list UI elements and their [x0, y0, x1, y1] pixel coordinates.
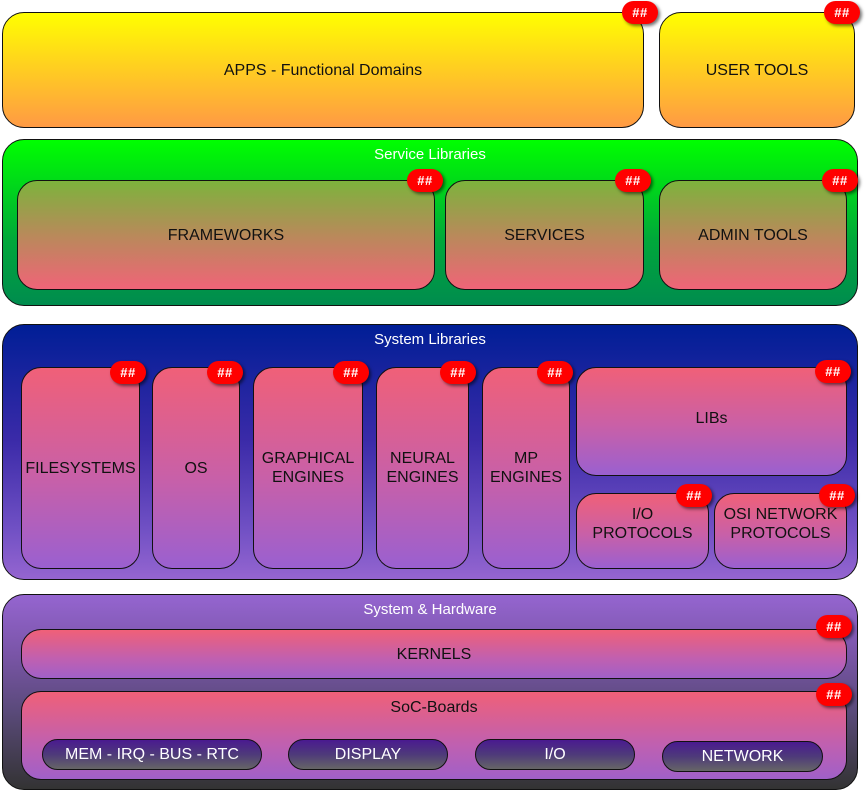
chip-io-label: I/O	[544, 745, 566, 763]
user-tools-badge[interactable]: ##	[824, 1, 860, 24]
service-libraries-title: Service Libraries	[374, 146, 486, 163]
chip-display[interactable]: DISPLAY	[288, 739, 448, 770]
neural-engines-box[interactable]: NEURAL ENGINES	[376, 367, 469, 569]
user-tools-box[interactable]: USER TOOLS	[659, 12, 855, 128]
osi-network-protocols-label: OSI NETWORK PROTOCOLS	[723, 506, 838, 542]
graphical-engines-box[interactable]: GRAPHICAL ENGINES	[253, 367, 363, 569]
frameworks-label: FRAMEWORKS	[167, 226, 285, 244]
kernels-label: KERNELS	[396, 645, 472, 663]
chip-display-label: DISPLAY	[334, 745, 402, 763]
graphical-engines-badge[interactable]: ##	[333, 361, 369, 384]
io-protocols-badge[interactable]: ##	[676, 484, 712, 507]
neural-engines-badge[interactable]: ##	[440, 361, 476, 384]
mp-engines-label: MP ENGINES	[489, 450, 562, 486]
neural-engines-label: NEURAL ENGINES	[386, 450, 459, 486]
libs-box[interactable]: LIBs	[576, 367, 847, 476]
graphical-engines-label: GRAPHICAL ENGINES	[261, 450, 355, 486]
osi-network-protocols-badge[interactable]: ##	[819, 484, 855, 507]
filesystems-label: FILESYSTEMS	[25, 459, 136, 477]
os-badge[interactable]: ##	[207, 361, 243, 384]
services-label: SERVICES	[504, 226, 585, 244]
admin-tools-badge[interactable]: ##	[822, 169, 858, 192]
libs-label: LIBs	[695, 410, 728, 427]
mp-engines-box[interactable]: MP ENGINES	[482, 367, 570, 569]
chip-mem-irq-bus-rtc-label: MEM - IRQ - BUS - RTC	[65, 745, 239, 763]
chip-mem-irq-bus-rtc[interactable]: MEM - IRQ - BUS - RTC	[42, 739, 262, 770]
services-badge[interactable]: ##	[615, 169, 651, 192]
frameworks-box[interactable]: FRAMEWORKS	[17, 180, 435, 290]
io-protocols-label: I/O PROTOCOLS	[592, 506, 693, 542]
system-libraries-title: System Libraries	[374, 331, 486, 348]
chip-network[interactable]: NETWORK	[662, 741, 823, 772]
frameworks-badge[interactable]: ##	[407, 169, 443, 192]
libs-badge[interactable]: ##	[815, 360, 851, 383]
chip-io[interactable]: I/O	[475, 739, 635, 770]
os-label: OS	[184, 459, 208, 477]
soc-boards-badge[interactable]: ##	[816, 683, 852, 706]
system-hardware-title: System & Hardware	[363, 601, 497, 618]
apps-label: APPS - Functional Domains	[223, 61, 423, 79]
services-box[interactable]: SERVICES	[445, 180, 644, 290]
filesystems-box[interactable]: FILESYSTEMS	[21, 367, 140, 569]
kernels-badge[interactable]: ##	[816, 615, 852, 638]
admin-tools-box[interactable]: ADMIN TOOLS	[659, 180, 847, 290]
apps-functional-domains-box[interactable]: APPS - Functional Domains	[2, 12, 644, 128]
admin-tools-label: ADMIN TOOLS	[698, 226, 808, 244]
chip-network-label: NETWORK	[701, 747, 784, 765]
mp-engines-badge[interactable]: ##	[537, 361, 573, 384]
soc-boards-label: SoC-Boards	[390, 699, 478, 716]
user-tools-label: USER TOOLS	[705, 61, 809, 79]
filesystems-badge[interactable]: ##	[110, 361, 146, 384]
kernels-box[interactable]: KERNELS	[21, 629, 847, 679]
apps-badge[interactable]: ##	[622, 1, 658, 24]
os-box[interactable]: OS	[152, 367, 240, 569]
